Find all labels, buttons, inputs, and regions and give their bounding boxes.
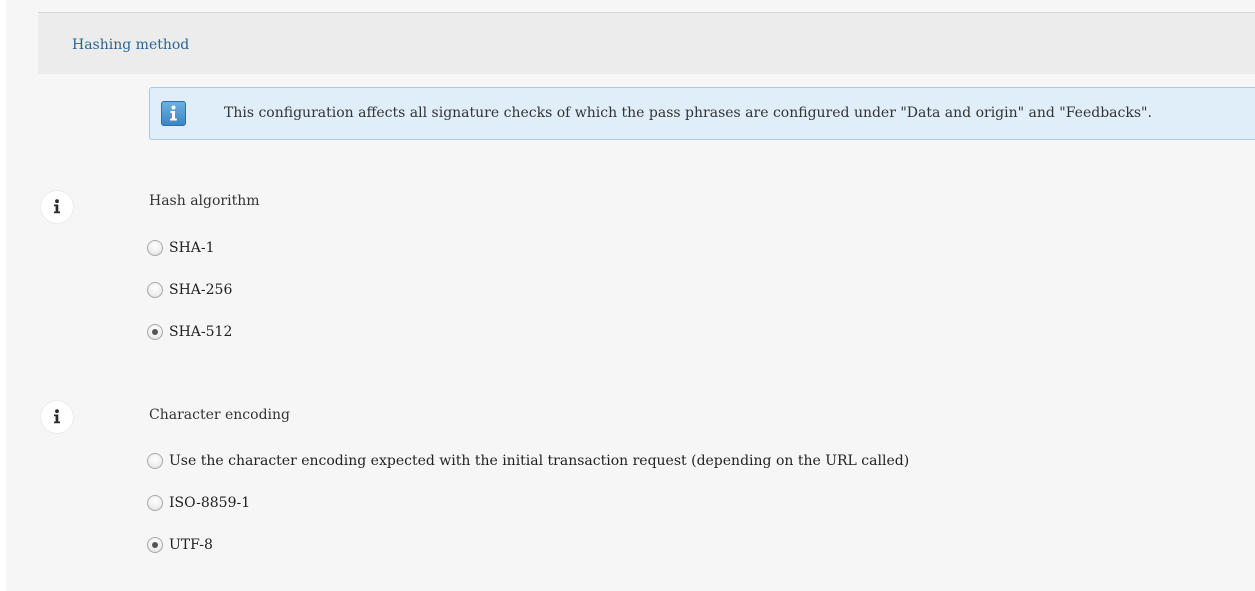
radio-button[interactable]: [147, 240, 163, 256]
info-message-box: This configuration affects all signature…: [149, 87, 1255, 140]
section-header[interactable]: Hashing method: [38, 13, 1255, 74]
radio-button-selected[interactable]: [147, 324, 163, 340]
radio-label: SHA-1: [169, 240, 215, 256]
radio-utf-8[interactable]: UTF-8: [147, 535, 213, 555]
radio-sha-512[interactable]: SHA-512: [147, 322, 232, 342]
radio-label: SHA-512: [169, 324, 233, 340]
radio-button[interactable]: [147, 495, 163, 511]
page: Hashing method This configuration affect…: [6, 0, 1255, 591]
radio-button[interactable]: [147, 282, 163, 298]
radio-label: UTF-8: [169, 537, 213, 553]
radio-encoding-expected[interactable]: Use the character encoding expected with…: [147, 451, 909, 471]
character-encoding-help-icon[interactable]: [41, 401, 73, 433]
radio-sha-1[interactable]: SHA-1: [147, 238, 215, 258]
radio-sha-256[interactable]: SHA-256: [147, 280, 232, 300]
radio-iso-8859-1[interactable]: ISO-8859-1: [147, 493, 250, 513]
section-title[interactable]: Hashing method: [72, 37, 189, 53]
character-encoding-label: Character encoding: [149, 407, 290, 423]
radio-button[interactable]: [147, 453, 163, 469]
info-message-text: This configuration affects all signature…: [224, 105, 1152, 121]
hash-algorithm-label: Hash algorithm: [149, 193, 260, 209]
radio-label: ISO-8859-1: [169, 495, 251, 511]
info-icon: [161, 101, 186, 126]
radio-button-selected[interactable]: [147, 537, 163, 553]
radio-label: Use the character encoding expected with…: [169, 453, 910, 469]
hash-algorithm-help-icon[interactable]: [41, 191, 73, 223]
radio-label: SHA-256: [169, 282, 233, 298]
